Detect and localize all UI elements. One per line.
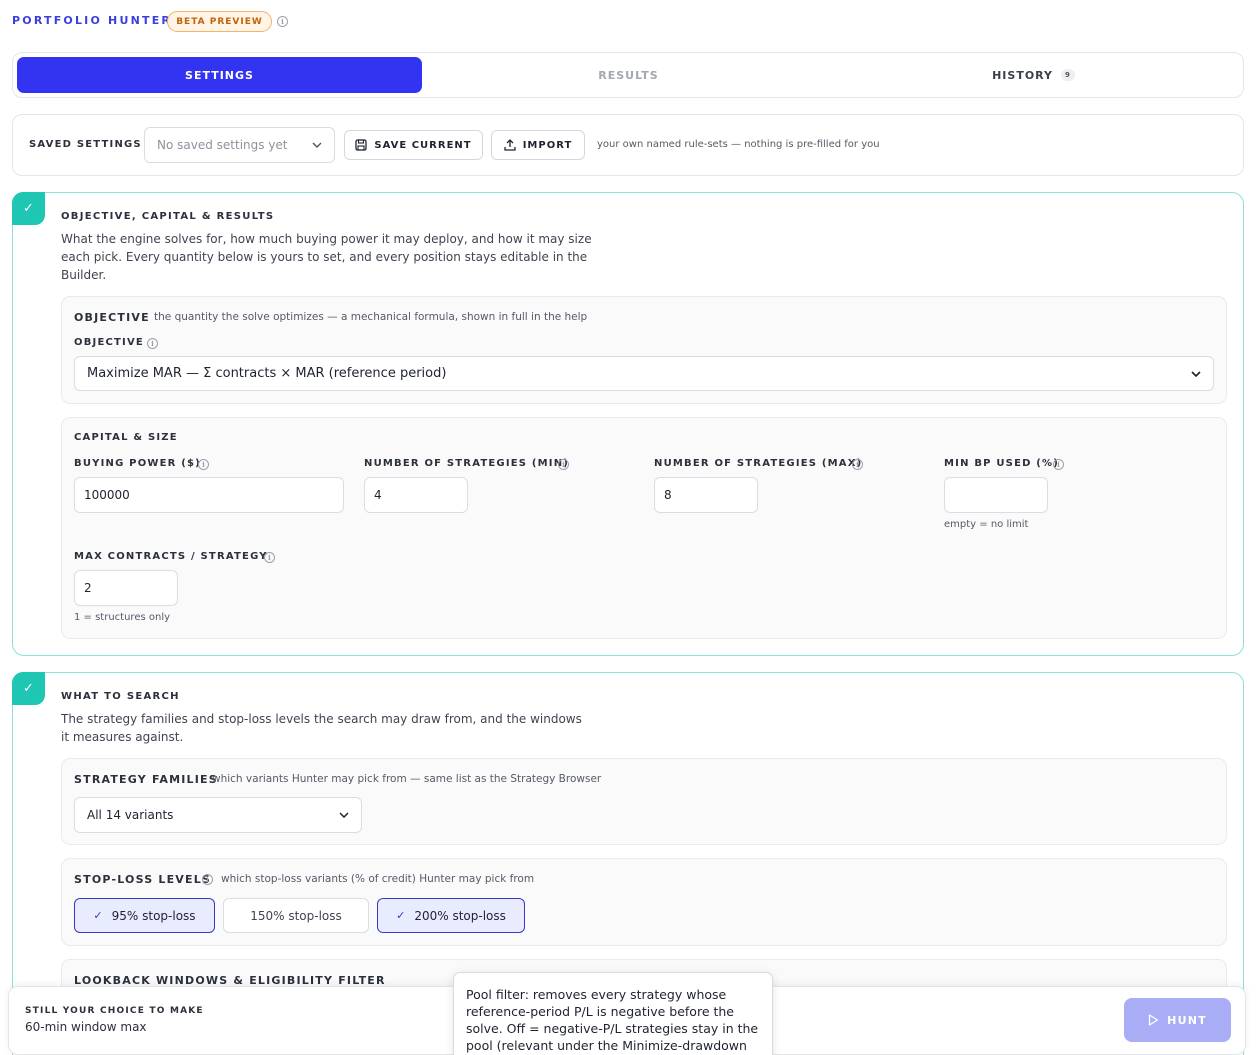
section1-description: What the engine solves for, how much buy… <box>61 230 592 284</box>
pool-filter-tooltip: Pool filter: removes every strategy whos… <box>453 972 773 1055</box>
import-button[interactable]: IMPORT <box>491 130 585 160</box>
info-icon[interactable]: i <box>1053 459 1064 470</box>
chevron-down-icon <box>312 142 322 148</box>
objective-select[interactable]: Maximize MAR — Σ contracts × MAR (refere… <box>74 356 1214 391</box>
buying-power-input[interactable]: 100000 <box>74 477 344 513</box>
stop-loss-hint: which stop-loss variants (% of credit) H… <box>221 873 535 885</box>
max-contracts-input[interactable]: 2 <box>74 570 178 606</box>
choice-label: STILL YOUR CHOICE TO MAKE <box>25 1006 204 1016</box>
max-strategies-input[interactable]: 8 <box>654 477 758 513</box>
stop-loss-150-chip[interactable]: 150% stop-loss <box>223 898 369 933</box>
objective-hint: the quantity the solve optimizes — a mec… <box>154 311 588 323</box>
saved-settings-select[interactable]: No saved settings yet <box>144 127 335 163</box>
min-strategies-label: NUMBER OF STRATEGIES (MIN) <box>364 458 570 469</box>
chevron-down-icon <box>1191 370 1201 377</box>
info-icon[interactable]: i <box>147 338 158 349</box>
stop-loss-heading: STOP-LOSS LEVELS <box>74 873 212 886</box>
strategy-families-hint: which variants Hunter may pick from — sa… <box>212 773 602 785</box>
play-icon <box>1149 1014 1159 1026</box>
tab-results-label: RESULTS <box>598 68 659 82</box>
stop-loss-95-chip[interactable]: ✓ 95% stop-loss <box>74 898 215 933</box>
stop-loss-200-chip[interactable]: ✓ 200% stop-loss <box>377 898 525 933</box>
brand-title: PORTFOLIO HUNTER <box>12 14 173 27</box>
tab-bar: SETTINGS RESULTS HISTORY 9 <box>12 52 1244 98</box>
saved-settings-value: No saved settings yet <box>157 138 288 152</box>
objective-heading: OBJECTIVE <box>74 311 150 324</box>
strategy-families-value: All 14 variants <box>87 808 174 822</box>
info-icon[interactable]: i <box>277 16 288 27</box>
stop-loss-chip-label: 150% stop-loss <box>250 908 342 923</box>
save-icon <box>355 139 368 151</box>
hunt-label: HUNT <box>1167 1013 1207 1027</box>
upload-icon <box>504 139 516 151</box>
section1-title: OBJECTIVE, CAPITAL & RESULTS <box>61 211 275 222</box>
save-current-button[interactable]: SAVE CURRENT <box>344 130 483 160</box>
info-icon[interactable]: i <box>558 459 569 470</box>
check-icon: ✓ <box>12 672 45 705</box>
section1-desc-line: each pick. Every quantity below is yours… <box>61 250 588 264</box>
check-icon: ✓ <box>12 192 45 225</box>
tab-settings[interactable]: SETTINGS <box>17 57 422 93</box>
saved-settings-label: SAVED SETTINGS <box>29 139 142 150</box>
min-bp-input[interactable] <box>944 477 1048 513</box>
max-contracts-hint: 1 = structures only <box>74 612 171 623</box>
max-contracts-label: MAX CONTRACTS / STRATEGY <box>74 551 268 562</box>
tab-settings-label: SETTINGS <box>185 68 254 82</box>
min-bp-hint: empty = no limit <box>944 519 1029 530</box>
import-label: IMPORT <box>522 139 573 151</box>
section2-title: WHAT TO SEARCH <box>61 691 180 702</box>
strategy-families-select[interactable]: All 14 variants <box>74 797 362 833</box>
hunt-button[interactable]: HUNT <box>1124 998 1231 1042</box>
strategy-families-heading: STRATEGY FAMILIES <box>74 773 218 786</box>
min-bp-label: MIN BP USED (%) <box>944 458 1060 469</box>
tab-history-label: HISTORY <box>992 68 1054 82</box>
history-count-badge: 9 <box>1061 69 1075 81</box>
objective-field-label: OBJECTIVE <box>74 337 144 348</box>
tab-results[interactable]: RESULTS <box>426 57 831 93</box>
min-strategies-input[interactable]: 4 <box>364 477 468 513</box>
chevron-down-icon <box>339 812 349 818</box>
info-icon[interactable]: i <box>264 552 275 563</box>
section1-desc-line: What the engine solves for, how much buy… <box>61 232 592 246</box>
save-current-label: SAVE CURRENT <box>374 139 472 151</box>
section1-desc-line: Builder. <box>61 268 107 282</box>
capital-size-panel <box>61 417 1227 639</box>
buying-power-label: BUYING POWER ($) <box>74 458 201 469</box>
choice-value: 60-min window max <box>25 1020 147 1034</box>
check-icon: ✓ <box>93 909 103 922</box>
max-strategies-label: NUMBER OF STRATEGIES (MAX) <box>654 458 863 469</box>
info-icon[interactable]: i <box>202 874 213 885</box>
section2-desc-line: it measures against. <box>61 730 184 744</box>
info-icon[interactable]: i <box>852 459 863 470</box>
section2-description: The strategy families and stop-loss leve… <box>61 710 582 746</box>
tab-history[interactable]: HISTORY 9 <box>831 57 1236 93</box>
saved-settings-hint: your own named rule-sets — nothing is pr… <box>597 139 880 150</box>
stop-loss-chip-label: 95% stop-loss <box>111 908 196 923</box>
section2-desc-line: The strategy families and stop-loss leve… <box>61 712 582 726</box>
beta-badge: BETA PREVIEW <box>167 11 272 32</box>
info-icon[interactable]: i <box>198 459 209 470</box>
check-icon: ✓ <box>396 909 406 922</box>
objective-value: Maximize MAR — Σ contracts × MAR (refere… <box>87 366 447 381</box>
capital-heading: CAPITAL & SIZE <box>74 432 178 443</box>
stop-loss-chip-label: 200% stop-loss <box>414 908 506 923</box>
